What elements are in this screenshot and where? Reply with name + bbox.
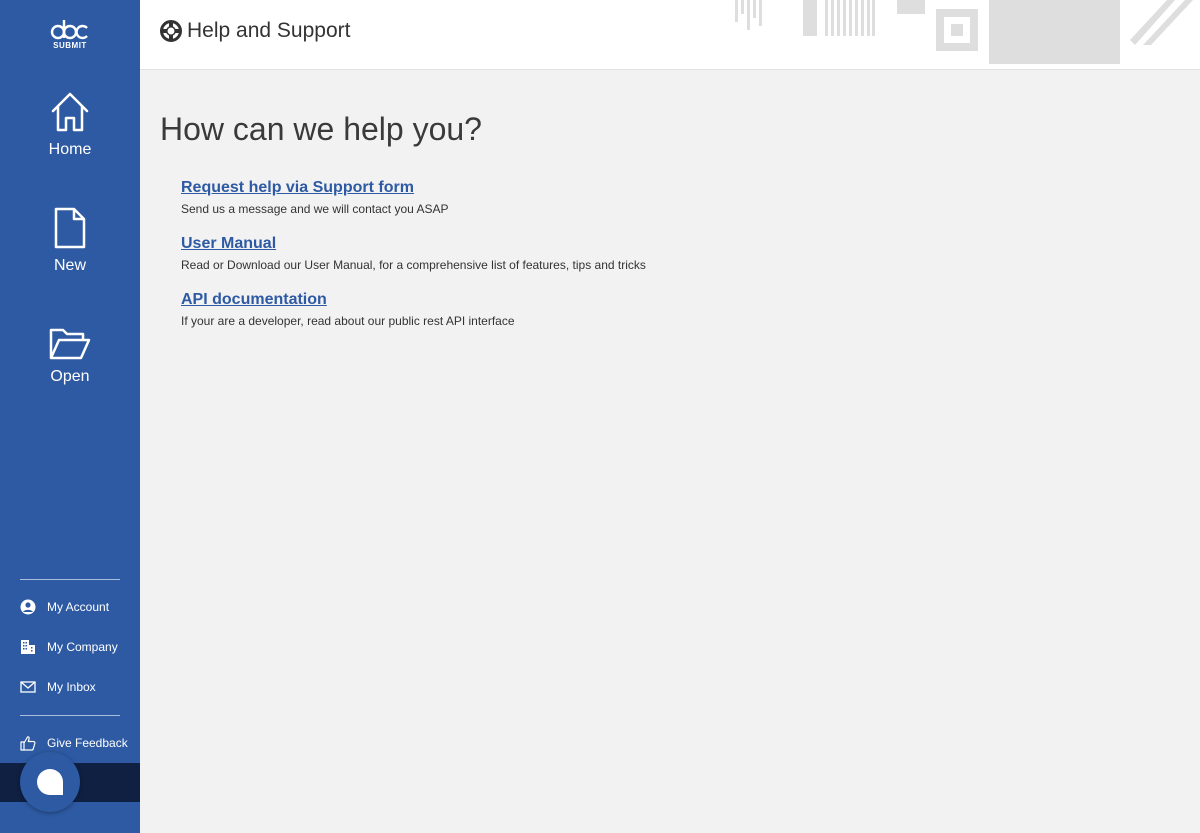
- nav-new-label: New: [53, 257, 86, 274]
- sidebar-item-my-company[interactable]: My Company: [20, 637, 118, 657]
- user-circle-icon: [20, 599, 36, 615]
- help-link-item: Request help via Support form Send us a …: [181, 178, 1160, 216]
- chat-button[interactable]: [20, 752, 80, 812]
- decorative-pattern: [735, 0, 1193, 64]
- help-links: Request help via Support form Send us a …: [181, 178, 1160, 328]
- nav-open[interactable]: Open: [0, 326, 140, 386]
- nav-home[interactable]: Home: [0, 91, 140, 159]
- thumbs-up-icon: [20, 736, 36, 751]
- chat-icon: [37, 769, 63, 795]
- sidebar-item-label: My Account: [47, 600, 110, 614]
- main-heading: How can we help you?: [160, 111, 482, 147]
- sidebar-divider: [20, 579, 120, 580]
- api-documentation-link[interactable]: API documentation: [181, 290, 327, 310]
- user-manual-description: Read or Download our User Manual, for a …: [181, 258, 646, 272]
- give-feedback-button[interactable]: Give Feedback: [20, 733, 128, 753]
- help-link-item: User Manual Read or Download our User Ma…: [181, 234, 1160, 272]
- app-logo[interactable]: SUBMIT: [0, 18, 140, 50]
- sidebar-item-label: My Inbox: [47, 680, 96, 694]
- nav-new[interactable]: New: [0, 207, 140, 275]
- logo-text: SUBMIT: [53, 41, 87, 50]
- new-document-icon: [54, 207, 86, 249]
- sidebar-divider: [20, 715, 120, 716]
- api-documentation-description: If your are a developer, read about our …: [181, 314, 515, 328]
- envelope-icon: [20, 681, 36, 693]
- nav-home-label: Home: [48, 141, 92, 158]
- user-manual-link[interactable]: User Manual: [181, 234, 276, 254]
- sidebar: SUBMIT Home New Open My Account My Compa…: [0, 0, 140, 833]
- nav-open-label: Open: [50, 368, 90, 385]
- lifebuoy-icon: [160, 20, 182, 42]
- building-icon: [21, 640, 35, 654]
- sidebar-item-my-account[interactable]: My Account: [20, 597, 109, 617]
- open-folder-icon: [49, 328, 91, 360]
- sidebar-item-label: My Company: [47, 640, 118, 654]
- support-form-link[interactable]: Request help via Support form: [181, 178, 414, 198]
- page-title: Help and Support: [160, 19, 350, 43]
- help-link-item: API documentation If your are a develope…: [181, 290, 1160, 328]
- abc-logo-icon: [50, 20, 88, 40]
- main-content: How can we help you? Request help via Su…: [160, 108, 1160, 346]
- sidebar-item-my-inbox[interactable]: My Inbox: [20, 677, 96, 697]
- page-header: Help and Support: [140, 0, 1200, 70]
- page-title-text: Help and Support: [187, 19, 351, 42]
- support-form-description: Send us a message and we will contact yo…: [181, 202, 449, 216]
- give-feedback-label: Give Feedback: [47, 736, 128, 750]
- home-icon: [51, 92, 89, 132]
